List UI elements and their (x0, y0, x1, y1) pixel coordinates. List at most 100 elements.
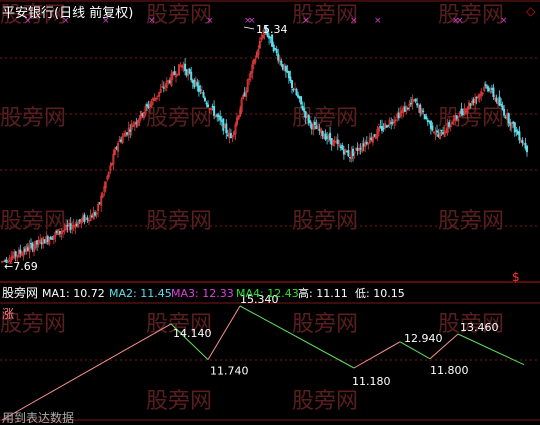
candle-body (292, 89, 295, 91)
signal-x-mark: × (350, 16, 358, 26)
candle-body (277, 53, 280, 61)
candle-body (426, 119, 429, 122)
candle-body (397, 112, 400, 119)
signal-x-mark: × (206, 16, 214, 26)
candle-body (521, 140, 524, 144)
candle-body (94, 212, 97, 216)
candle-body (14, 251, 17, 257)
candle-body (448, 121, 451, 127)
candle-body (342, 149, 345, 155)
zigzag-point-label: 12.940 (404, 332, 443, 345)
candle-body (419, 104, 422, 114)
candle-body (275, 49, 278, 53)
candle-body (425, 116, 428, 120)
high-pointer (243, 26, 255, 30)
candle-body (23, 248, 26, 252)
candle-body (487, 87, 490, 92)
candle-body (274, 48, 277, 50)
ma1-text: MA1: 10.72 (42, 287, 105, 300)
candle-body (204, 97, 207, 102)
candle-body (515, 130, 518, 132)
candle-body (75, 223, 78, 227)
candle-body (29, 243, 32, 245)
candle-body (66, 224, 69, 227)
candle-body (286, 70, 289, 73)
candle-body (58, 231, 61, 234)
candle-body (362, 143, 365, 147)
candle-body (501, 105, 504, 110)
candle-body (324, 133, 327, 140)
zigzag-point-label: 11.740 (210, 365, 249, 378)
candle-body (184, 63, 187, 72)
signal-x-mark: × (248, 16, 256, 26)
candle-body (330, 138, 333, 145)
candle-body (220, 120, 223, 122)
candle-body (146, 104, 149, 107)
candle-body (147, 105, 150, 108)
candle-body (428, 120, 431, 123)
candle-body (196, 82, 199, 87)
candle-body (431, 125, 434, 131)
candle-body (55, 230, 58, 233)
candle-body (98, 202, 101, 204)
candle-body (365, 141, 368, 145)
candle-body (185, 69, 188, 76)
candle-body (347, 150, 350, 157)
watermark-text: 股旁网 (146, 209, 212, 234)
candle-body (120, 139, 123, 142)
candle-body (495, 97, 498, 103)
chart-title: 平安银行(日线 前复权) (2, 5, 133, 21)
zigzag-tag: 涨 (2, 306, 14, 321)
candle-body (336, 139, 339, 145)
candle-body (219, 116, 222, 121)
low-price-label: ←7.69 (4, 260, 38, 273)
candle-body (19, 249, 22, 254)
watermark-text: 股旁网 (292, 389, 358, 414)
candle-body (268, 35, 271, 39)
candle-body (486, 86, 489, 89)
candle-body (207, 104, 210, 108)
candle-body (226, 134, 229, 137)
candle-body (49, 236, 52, 240)
candle-body (414, 98, 417, 102)
candle-body (269, 36, 272, 39)
candle-body (472, 99, 475, 103)
candle-body (225, 123, 228, 134)
candle-body (205, 102, 208, 105)
candle-body (190, 71, 193, 81)
candle-body (298, 96, 301, 99)
candle-body (46, 236, 49, 242)
candle-body (304, 111, 307, 119)
candle-body (51, 238, 54, 240)
candle-body (315, 125, 318, 130)
candle-body (498, 96, 501, 106)
candle-body (78, 219, 81, 222)
footer-text: 用到表达数据 (2, 410, 74, 425)
candle-body (359, 148, 362, 150)
high-price-label: 15.34 (256, 23, 288, 36)
candle-body (280, 60, 283, 66)
candle-body (524, 142, 527, 149)
candle-body (469, 103, 472, 106)
candle-body (199, 89, 202, 91)
candle-body (213, 106, 216, 116)
candle-body (281, 64, 284, 70)
candle-body (129, 129, 132, 132)
candle-body (297, 94, 300, 98)
candle-body (385, 125, 388, 128)
candle-body (380, 126, 383, 131)
watermark-text: 股旁网 (146, 389, 212, 414)
signal-x-mark: × (456, 16, 464, 26)
candle-body (289, 76, 292, 82)
candle-body (455, 115, 458, 119)
candle-body (193, 79, 196, 88)
zigzag-point-label: 13.460 (460, 321, 499, 334)
candle-body (272, 44, 275, 52)
candle-body (202, 92, 205, 98)
candle-body (191, 80, 194, 83)
watermark-text: 股旁网 (146, 3, 212, 28)
candle-body (69, 223, 72, 230)
candle-body (429, 120, 432, 129)
signal-x-mark: × (374, 16, 382, 26)
ma4-text: MA4: 12.43 (236, 287, 299, 300)
